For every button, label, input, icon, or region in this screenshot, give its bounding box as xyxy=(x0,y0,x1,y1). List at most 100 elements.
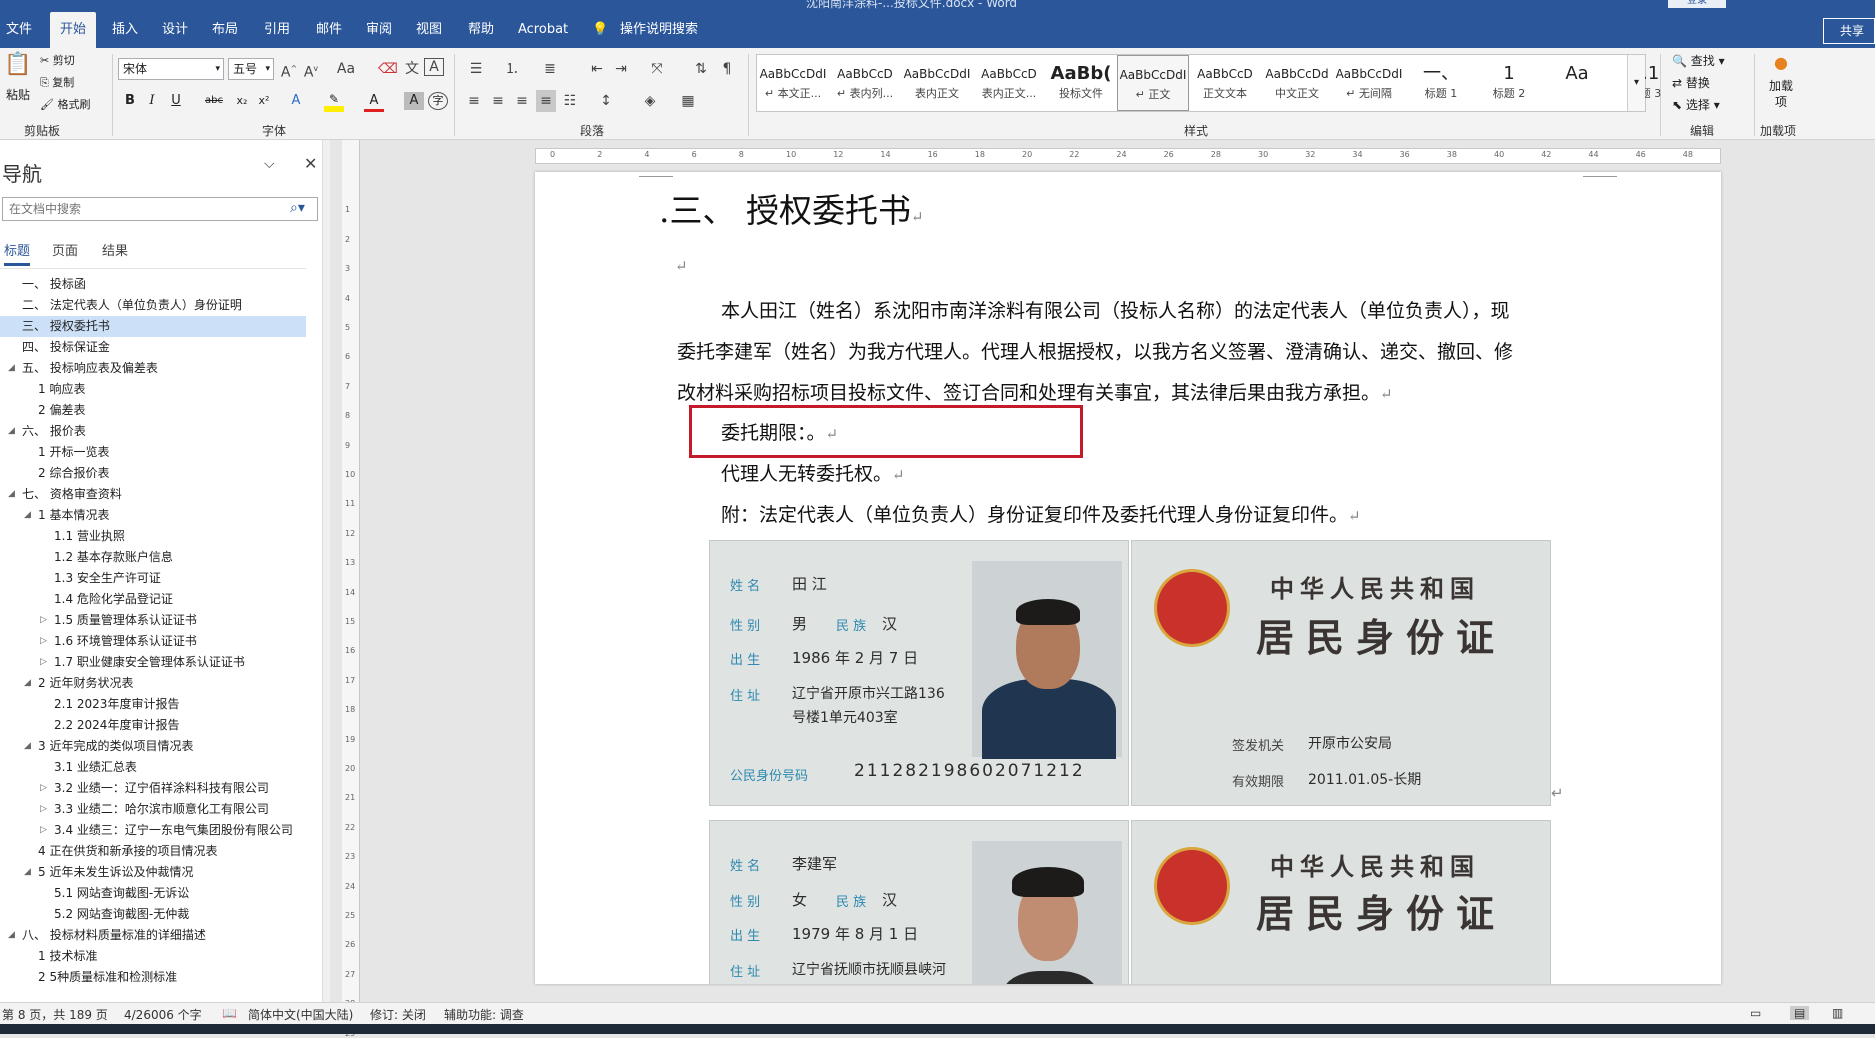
expand-toggle-icon[interactable]: ◢ xyxy=(24,505,31,526)
nav-tree-item[interactable]: 1 响应表 xyxy=(0,379,300,400)
nav-tree-item[interactable]: 4 正在供货和新承接的项目情况表 xyxy=(0,841,300,862)
nav-tree-item[interactable]: ▷ 1.7 职业健康安全管理体系认证证书 xyxy=(0,652,300,673)
tab-file[interactable]: 文件 xyxy=(6,12,32,48)
paste-button[interactable]: 粘贴 xyxy=(6,86,30,103)
nav-tree-item[interactable]: ◢ 3 近年完成的类似项目情况表 xyxy=(0,736,300,757)
style-item[interactable]: 1 标题 2 xyxy=(1473,55,1545,111)
nav-tab-pages[interactable]: 页面 xyxy=(52,240,78,259)
nav-tree-item[interactable]: 三、 授权委托书 xyxy=(0,316,306,337)
nav-tree-item[interactable]: ◢ 八、 投标材料质量标准的详细描述 xyxy=(0,925,300,946)
word-count[interactable]: 4/26006 个字 xyxy=(124,1006,202,1023)
nav-tree-item[interactable]: ▷ 3.3 业绩二：哈尔滨市顺意化工有限公司 xyxy=(0,799,300,820)
tab-home[interactable]: 开始 xyxy=(50,12,97,48)
change-case-icon[interactable]: Aa xyxy=(334,58,358,80)
nav-tab-headings[interactable]: 标题 xyxy=(4,240,31,266)
nav-tree-item[interactable]: 四、 投标保证金 xyxy=(0,337,300,358)
nav-scrollbar[interactable] xyxy=(322,140,330,1002)
expand-toggle-icon[interactable]: ◢ xyxy=(8,421,15,442)
tab-review[interactable]: 审阅 xyxy=(366,12,392,48)
style-item[interactable]: AaBbCcDdI ↵ 本文正... xyxy=(757,55,829,111)
shrink-font-icon[interactable]: Av xyxy=(302,58,320,84)
copy-button[interactable]: ⎘ 复制 xyxy=(40,74,74,90)
expand-toggle-icon[interactable]: ◢ xyxy=(8,484,15,505)
nav-tree-item[interactable]: ▷ 1.5 质量管理体系认证证书 xyxy=(0,610,300,631)
nav-tree-item[interactable]: ◢ 2 近年财务状况表 xyxy=(0,673,300,694)
style-item[interactable]: AaBbCcDdI ↵ 正文 xyxy=(1117,55,1189,111)
numbering-icon[interactable]: ⒈ xyxy=(500,58,524,80)
style-item[interactable]: 一、 标题 1 xyxy=(1405,55,1477,111)
increase-indent-icon[interactable]: ⇥ xyxy=(610,58,632,80)
style-item[interactable]: AaBbCcDd 中文正文 xyxy=(1261,55,1333,111)
tab-design[interactable]: 设计 xyxy=(162,12,188,48)
track-changes[interactable]: 修订: 关闭 xyxy=(370,1006,426,1023)
accessibility-status[interactable]: 辅助功能: 调查 xyxy=(444,1006,524,1023)
expand-toggle-icon[interactable]: ▷ xyxy=(40,778,47,799)
nav-tree-item[interactable]: 2 偏差表 xyxy=(0,400,300,421)
tell-me-search[interactable]: 操作说明搜索 xyxy=(620,12,698,48)
borders-icon[interactable]: ▦ xyxy=(676,90,700,112)
align-right-icon[interactable]: ≡ xyxy=(512,90,532,112)
show-marks-icon[interactable]: ¶ xyxy=(716,58,738,80)
align-center-icon[interactable]: ≡ xyxy=(488,90,508,112)
expand-toggle-icon[interactable]: ◢ xyxy=(8,358,15,379)
expand-toggle-icon[interactable]: ▷ xyxy=(40,610,47,631)
nav-tree-item[interactable]: 1 技术标准 xyxy=(0,946,300,967)
chinese-layout-icon[interactable]: ⤧ xyxy=(644,58,670,80)
character-border-icon[interactable]: A xyxy=(424,58,444,76)
style-item[interactable]: Aa xyxy=(1541,55,1613,111)
document-page[interactable]: .三、 授权委托书↵ ↵ 本人田江（姓名）系沈阳市南洋涂料有限公司（投标人名称）… xyxy=(535,172,1721,984)
clear-format-icon[interactable]: ⌫ xyxy=(378,58,398,80)
text-effects-icon[interactable]: A xyxy=(286,90,306,112)
sort-icon[interactable]: ⇅ xyxy=(690,58,712,80)
bullets-icon[interactable]: ☰ xyxy=(464,58,488,80)
addins-button[interactable]: 加载项 xyxy=(1766,78,1796,110)
expand-toggle-icon[interactable]: ▷ xyxy=(40,820,47,841)
subscript-button[interactable]: x₂ xyxy=(232,90,252,112)
print-layout-icon[interactable]: ▤ xyxy=(1790,1006,1810,1020)
language[interactable]: 简体中文(中国大陆) xyxy=(248,1006,353,1023)
nav-tree-item[interactable]: 1.1 营业执照 xyxy=(0,526,300,547)
nav-search-input[interactable] xyxy=(2,197,318,221)
multilevel-list-icon[interactable]: ≣ xyxy=(538,58,562,80)
nav-tree-item[interactable]: ▷ 3.2 业绩一：辽宁佰祥涂料科技有限公司 xyxy=(0,778,300,799)
style-item[interactable]: AaBbCcDdI ↵ 无间隔 xyxy=(1333,55,1405,111)
share-button[interactable]: 共享 xyxy=(1823,18,1875,44)
format-painter-button[interactable]: 🖌 格式刷 xyxy=(40,96,90,112)
chevron-down-icon[interactable]: ⌵ xyxy=(264,156,275,172)
tab-insert[interactable]: 插入 xyxy=(112,12,138,48)
highlighter-icon[interactable]: ✎ xyxy=(324,88,344,110)
tab-acrobat[interactable]: Acrobat xyxy=(518,12,568,48)
login-button[interactable]: 登录 xyxy=(1668,0,1726,8)
tab-references[interactable]: 引用 xyxy=(264,12,290,48)
nav-tree-item[interactable]: 3.1 业绩汇总表 xyxy=(0,757,300,778)
shading-icon[interactable]: ◈ xyxy=(638,90,662,112)
horizontal-ruler[interactable]: 0 2 4 6 8 10 12 14 16 18 20 22 24 26 28 30 32 34 36 38 40 42 4… xyxy=(535,148,1721,164)
nav-tree-item[interactable]: 一、 投标函 xyxy=(0,274,300,295)
font-color-icon[interactable]: A xyxy=(364,90,384,112)
tab-help[interactable]: 帮助 xyxy=(468,12,494,48)
expand-toggle-icon[interactable]: ▷ xyxy=(40,631,47,652)
nav-tree-item[interactable]: ◢ 七、 资格审查资料 xyxy=(0,484,300,505)
expand-toggle-icon[interactable]: ▷ xyxy=(40,799,47,820)
nav-tree-item[interactable]: 2 综合报价表 xyxy=(0,463,300,484)
search-icon[interactable]: ⌕▾ xyxy=(290,200,305,216)
nav-tree-item[interactable]: 1.4 危险化学品登记证 xyxy=(0,589,300,610)
vertical-ruler[interactable]: 1 2 3 4 5 6 7 8 9 10 11 12 13 14 15 16 17 18 19 20 21 22 23 24 2… xyxy=(342,140,360,1038)
character-shading-icon[interactable]: A xyxy=(404,92,424,110)
nav-tab-results[interactable]: 结果 xyxy=(102,240,128,259)
close-icon[interactable]: ✕ xyxy=(304,154,317,173)
superscript-button[interactable]: x² xyxy=(254,90,274,112)
distributed-icon[interactable]: ☷ xyxy=(560,90,580,112)
line-spacing-icon[interactable]: ↕ xyxy=(594,90,618,112)
cut-button[interactable]: ✂ 剪切 xyxy=(40,52,75,68)
justify-icon[interactable]: ≡ xyxy=(536,90,556,112)
paste-icon[interactable]: 📋 xyxy=(4,54,31,84)
style-item[interactable]: AaBbCcDdI 表内正文 xyxy=(901,55,973,111)
nav-tree-item[interactable]: ▷ 3.4 业绩三：辽宁一东电气集团股份有限公司 xyxy=(0,820,300,841)
style-item[interactable]: 1.1 标题 3 xyxy=(1609,55,1681,111)
read-mode-icon[interactable]: ▭ xyxy=(1750,1006,1761,1020)
tab-mailings[interactable]: 邮件 xyxy=(316,12,342,48)
nav-tree-item[interactable]: 二、 法定代表人（单位负责人）身份证明 xyxy=(0,295,300,316)
page-count[interactable]: 第 8 页，共 189 页 xyxy=(2,1006,108,1023)
nav-tree-item[interactable]: ◢ 五、 投标响应表及偏差表 xyxy=(0,358,300,379)
